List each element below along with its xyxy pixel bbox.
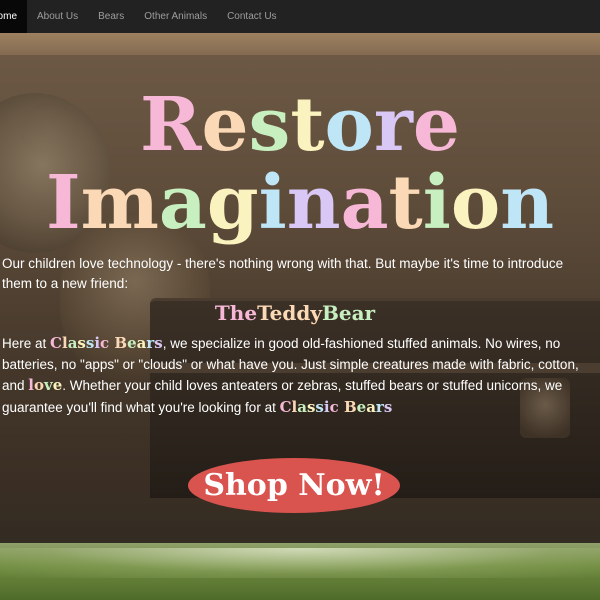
letter: o xyxy=(450,160,501,246)
letter: Teddy xyxy=(257,301,322,325)
letter: v xyxy=(44,376,53,394)
letter: a xyxy=(67,334,78,352)
letter: e xyxy=(412,82,460,168)
letter: I xyxy=(45,160,81,246)
letter: s xyxy=(77,334,86,352)
hero-title-line1: Restore xyxy=(0,88,600,162)
letter: i xyxy=(422,160,451,246)
letter: e xyxy=(52,376,63,394)
nav-contact-us-link[interactable]: Contact Us xyxy=(217,0,286,33)
nav-about-us-link[interactable]: About Us xyxy=(27,0,88,33)
shop-now-button[interactable]: Shop Now! xyxy=(188,458,400,513)
letter: t xyxy=(388,160,423,246)
letter: n xyxy=(500,160,554,246)
letter: i xyxy=(258,160,287,246)
nav-home-link[interactable]: ome xyxy=(0,0,27,33)
love-word: love xyxy=(28,376,62,394)
letter: a xyxy=(136,334,147,352)
hero-content: Restore Imagination Our children love te… xyxy=(0,33,600,600)
letter: o xyxy=(324,82,374,168)
nav-bears-link[interactable]: Bears xyxy=(88,0,134,33)
letter: a xyxy=(366,397,376,416)
letter: B xyxy=(114,334,128,352)
letter: r xyxy=(375,397,384,416)
hero-title-line2: Imagination xyxy=(0,166,600,240)
letter: r xyxy=(373,82,413,168)
body-paragraph: Here at Classic Bears, we specialize in … xyxy=(2,333,592,418)
letter: m xyxy=(80,160,159,246)
letter: s xyxy=(315,397,324,416)
top-navbar: ome About Us Bears Other Animals Contact… xyxy=(0,0,600,33)
letter: c xyxy=(100,334,110,352)
letter: c xyxy=(329,397,339,416)
letter: C xyxy=(50,334,62,352)
body-text-part1: Here at xyxy=(2,336,51,351)
letter: C xyxy=(279,397,292,416)
letter: The xyxy=(214,301,258,325)
letter: e xyxy=(127,334,137,352)
letter: Bear xyxy=(321,301,376,325)
letter: g xyxy=(206,160,259,246)
brand-name-classic-bears-2: Classic Bears xyxy=(280,398,393,416)
letter: e xyxy=(201,82,249,168)
letter: R xyxy=(140,82,202,168)
letter: a xyxy=(158,160,207,246)
letter: a xyxy=(340,160,389,246)
letter: s xyxy=(248,82,291,168)
letter: B xyxy=(343,397,357,416)
letter: o xyxy=(33,376,44,394)
letter: t xyxy=(290,82,325,168)
letter: e xyxy=(356,397,367,416)
letter: s xyxy=(154,334,163,352)
letter: n xyxy=(286,160,341,246)
letter: a xyxy=(297,397,307,416)
letter: s xyxy=(383,397,393,416)
subtitle-the-teddy-bear: The Teddy Bear xyxy=(0,301,590,325)
intro-text: Our children love technology - there's n… xyxy=(2,256,564,291)
brand-name-classic-bears: Classic Bears xyxy=(50,334,163,352)
nav-other-animals-link[interactable]: Other Animals xyxy=(134,0,217,33)
